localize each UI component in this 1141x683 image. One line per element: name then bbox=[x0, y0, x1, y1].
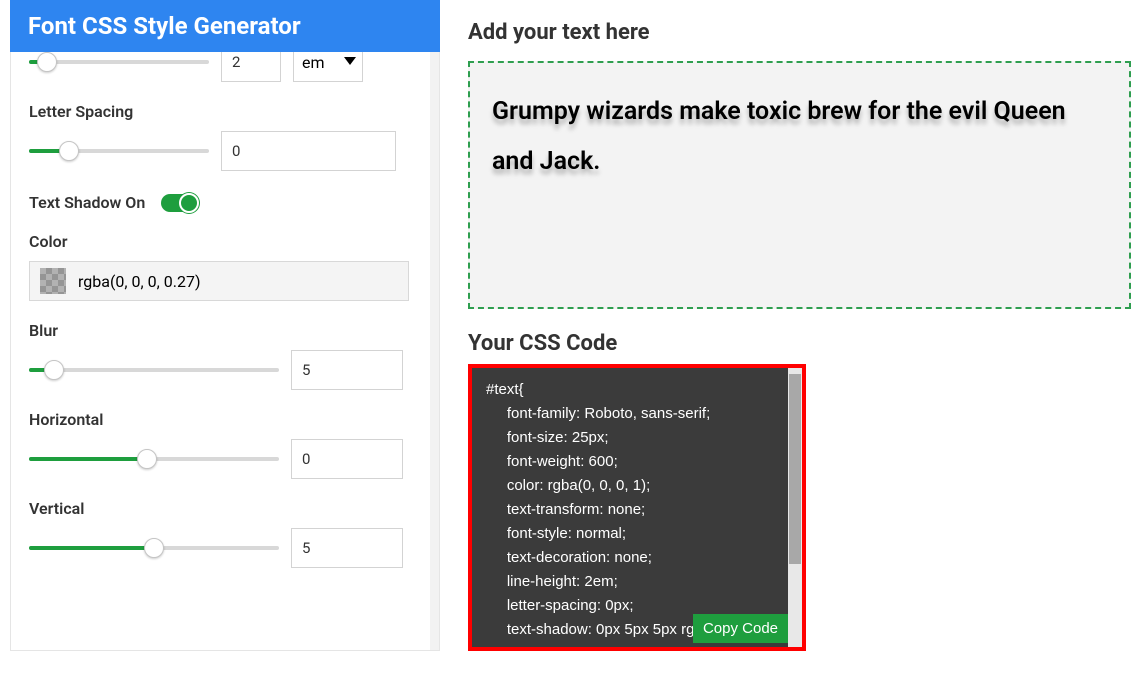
letter-spacing-label: Letter Spacing bbox=[29, 102, 421, 121]
page-title: Font CSS Style Generator bbox=[10, 0, 440, 52]
chevron-down-icon bbox=[344, 57, 356, 65]
controls-panel: Line Height em Letter Spacing bbox=[10, 52, 440, 651]
line-height-slider[interactable] bbox=[29, 52, 209, 72]
text-shadow-toggle[interactable] bbox=[161, 194, 197, 212]
text-shadow-label: Text Shadow On bbox=[29, 193, 145, 212]
color-label: Color bbox=[29, 232, 421, 251]
code-highlight-border: #text{ font-family: Roboto, sans-serif; … bbox=[468, 364, 806, 651]
line-height-unit-select[interactable]: em bbox=[293, 52, 363, 82]
preview-box[interactable]: Grumpy wizards make toxic brew for the e… bbox=[468, 61, 1131, 309]
css-code-box[interactable]: #text{ font-family: Roboto, sans-serif; … bbox=[472, 368, 802, 647]
toggle-knob-icon bbox=[179, 193, 199, 213]
line-height-unit-label: em bbox=[302, 53, 325, 72]
css-title: Your CSS Code bbox=[468, 331, 1131, 356]
horizontal-slider[interactable] bbox=[29, 449, 279, 469]
horizontal-label: Horizontal bbox=[29, 410, 421, 429]
css-code-text: #text{ font-family: Roboto, sans-serif; … bbox=[486, 378, 788, 647]
preview-title: Add your text here bbox=[468, 20, 1131, 45]
code-scrollbar-thumb[interactable] bbox=[789, 374, 801, 564]
code-scrollbar-track[interactable] bbox=[788, 368, 802, 647]
color-input[interactable]: rgba(0, 0, 0, 0.27) bbox=[29, 261, 409, 301]
blur-input[interactable] bbox=[291, 350, 403, 390]
letter-spacing-input[interactable] bbox=[221, 131, 396, 171]
vertical-slider[interactable] bbox=[29, 538, 279, 558]
horizontal-input[interactable] bbox=[291, 439, 403, 479]
color-value: rgba(0, 0, 0, 0.27) bbox=[78, 272, 201, 291]
letter-spacing-slider[interactable] bbox=[29, 141, 209, 161]
copy-code-button[interactable]: Copy Code bbox=[693, 614, 788, 643]
blur-label: Blur bbox=[29, 321, 421, 340]
line-height-input[interactable] bbox=[221, 52, 281, 82]
blur-slider[interactable] bbox=[29, 360, 279, 380]
vertical-label: Vertical bbox=[29, 499, 421, 518]
color-swatch-icon bbox=[40, 268, 66, 294]
controls-scrollbar[interactable] bbox=[431, 332, 438, 422]
preview-text: Grumpy wizards make toxic brew for the e… bbox=[492, 87, 1107, 187]
vertical-input[interactable] bbox=[291, 528, 403, 568]
